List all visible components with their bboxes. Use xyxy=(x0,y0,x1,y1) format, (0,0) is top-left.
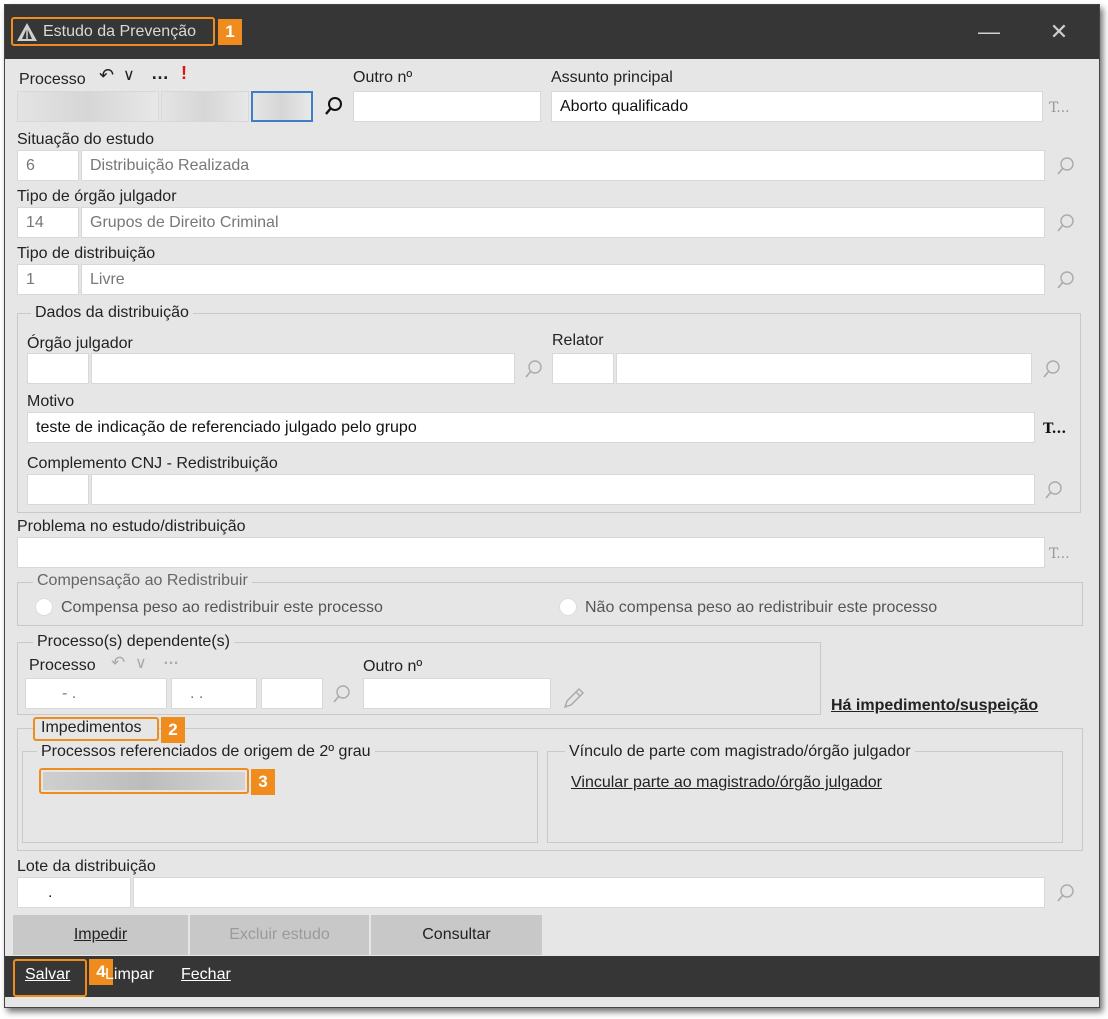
assunto-principal-label: Assunto principal xyxy=(551,69,673,86)
limpar-label: Limpar xyxy=(105,966,154,983)
motivo-field[interactable]: teste de indicação de referenciado julga… xyxy=(27,412,1035,443)
situacao-code-field[interactable]: 6 xyxy=(17,150,79,181)
compensacao-title: Compensação ao Redistribuir xyxy=(33,572,252,590)
orgao-julgador-code-field[interactable] xyxy=(27,353,89,384)
processo-number-field-1[interactable] xyxy=(17,91,159,122)
window-title-box: Estudo da Prevenção xyxy=(11,17,215,46)
complemento-label: Complemento CNJ - Redistribuição xyxy=(27,455,278,472)
callout-badge-1: 1 xyxy=(218,19,242,45)
impedimentos-title: Impedimentos xyxy=(41,719,142,736)
situacao-value-field[interactable]: Distribuição Realizada xyxy=(81,150,1045,181)
search-icon[interactable] xyxy=(323,95,345,117)
limpar-button[interactable]: Limpar xyxy=(105,966,154,984)
lote-search-icon[interactable] xyxy=(1055,882,1077,904)
dados-distribuicao-title: Dados da distribuição xyxy=(31,304,193,322)
tipo-distribuicao-code-field[interactable]: 1 xyxy=(17,264,79,295)
tipo-orgao-search-icon[interactable] xyxy=(1055,212,1077,234)
undo-icon[interactable]: ↶ xyxy=(99,65,114,86)
tipo-distribuicao-search-icon[interactable] xyxy=(1055,269,1077,291)
ha-impedimento-link[interactable]: Há impedimento/suspeição xyxy=(831,697,1038,715)
vinculo-group xyxy=(547,751,1063,843)
fechar-button[interactable]: Fechar xyxy=(181,966,231,984)
orgao-julgador-label: Órgão julgador xyxy=(27,335,133,352)
callout-badge-2: 2 xyxy=(161,717,185,743)
complemento-search-icon[interactable] xyxy=(1043,479,1065,501)
dependente-processo-label: Processo xyxy=(29,657,96,674)
problema-field[interactable] xyxy=(17,537,1045,568)
dependente-processo-field-1[interactable]: - . xyxy=(25,678,167,709)
dependente-processo-field-3[interactable] xyxy=(261,678,323,709)
more-options-icon[interactable]: … xyxy=(151,63,169,84)
compensa-radio-label: Compensa peso ao redistribuir este proce… xyxy=(61,599,383,616)
processo-label: Processo xyxy=(19,71,86,88)
alert-icon[interactable]: ! xyxy=(181,63,187,84)
orgao-julgador-name-field[interactable] xyxy=(91,353,515,384)
situacao-label: Situação do estudo xyxy=(17,131,154,148)
assunto-text-more-button[interactable]: T... xyxy=(1049,100,1070,116)
tipo-orgao-code-field[interactable]: 14 xyxy=(17,207,79,238)
orgao-julgador-search-icon[interactable] xyxy=(523,358,545,380)
app-logo-icon xyxy=(17,22,37,41)
processos-referenciados-group xyxy=(22,751,538,843)
compensa-radio[interactable] xyxy=(35,598,53,616)
situacao-search-icon[interactable] xyxy=(1055,155,1077,177)
chevron-down-icon[interactable]: ∨ xyxy=(123,65,135,85)
tipo-distribuicao-value-field[interactable]: Livre xyxy=(81,264,1045,295)
motivo-label: Motivo xyxy=(27,393,75,410)
dependentes-title: Processo(s) dependente(s) xyxy=(33,633,234,651)
lote-label: Lote da distribuição xyxy=(17,858,156,875)
impedir-button[interactable]: Impedir xyxy=(13,915,189,955)
motivo-text-more-button[interactable]: T... xyxy=(1043,421,1066,437)
salvar-button[interactable]: Salvar xyxy=(25,966,70,984)
problema-text-more-button[interactable]: T... xyxy=(1049,546,1070,562)
referenciado-process-blurred[interactable] xyxy=(43,772,245,790)
minimize-button[interactable]: — xyxy=(971,17,1007,47)
lote-field-1[interactable]: . xyxy=(17,877,131,908)
dependente-more-icon[interactable]: … xyxy=(163,651,179,669)
outro-numero-label: Outro nº xyxy=(353,69,413,86)
relator-code-field[interactable] xyxy=(552,353,614,384)
impedir-label: Impedir xyxy=(73,926,128,943)
processo-number-field-2[interactable] xyxy=(161,91,249,122)
dependente-search-icon[interactable] xyxy=(331,683,353,705)
window-title: Estudo da Prevenção xyxy=(43,22,196,40)
edit-pencil-icon[interactable] xyxy=(561,685,587,711)
problema-label: Problema no estudo/distribuição xyxy=(17,518,246,535)
complemento-name-field[interactable] xyxy=(91,474,1035,505)
close-button[interactable]: ✕ xyxy=(1041,17,1077,47)
tipo-orgao-label: Tipo de órgão julgador xyxy=(17,188,177,205)
dependente-undo-icon[interactable]: ↶ xyxy=(111,653,125,673)
dependente-outro-field[interactable] xyxy=(363,678,551,709)
title-bar: Estudo da Prevenção 1 — ✕ xyxy=(5,5,1099,59)
assunto-principal-field[interactable]: Aborto qualificado xyxy=(551,91,1043,122)
tipo-distribuicao-label: Tipo de distribuição xyxy=(17,245,156,262)
dependente-outro-label: Outro nº xyxy=(363,658,423,675)
vincular-parte-link[interactable]: Vincular parte ao magistrado/órgão julga… xyxy=(571,774,882,792)
outro-numero-field[interactable] xyxy=(353,91,541,122)
vinculo-title: Vínculo de parte com magistrado/órgão ju… xyxy=(565,743,915,761)
nao-compensa-radio[interactable] xyxy=(559,598,577,616)
lote-field-2[interactable] xyxy=(133,877,1045,908)
nao-compensa-radio-label: Não compensa peso ao redistribuir este p… xyxy=(585,599,938,616)
consultar-button[interactable]: Consultar xyxy=(371,915,543,955)
relator-name-field[interactable] xyxy=(616,353,1032,384)
processos-referenciados-title: Processos referenciados de origem de 2º … xyxy=(37,743,375,761)
footer-bar: Salvar 4 Limpar Fechar xyxy=(5,956,1099,997)
relator-search-icon[interactable] xyxy=(1041,358,1063,380)
excluir-estudo-label: Excluir estudo xyxy=(229,926,330,943)
fechar-label: Fechar xyxy=(181,966,231,983)
dependente-chevron-icon[interactable]: ∨ xyxy=(135,653,147,673)
processo-number-field-3[interactable] xyxy=(251,91,313,122)
dependente-processo-field-2[interactable]: . . xyxy=(171,678,257,709)
callout-badge-3: 3 xyxy=(251,769,275,795)
tipo-orgao-value-field[interactable]: Grupos de Direito Criminal xyxy=(81,207,1045,238)
estudo-prevencao-window: Estudo da Prevenção 1 — ✕ Processo ↶ ∨ …… xyxy=(4,4,1100,1008)
relator-label: Relator xyxy=(552,332,604,349)
consultar-label: Consultar xyxy=(422,926,491,943)
salvar-label: Salvar xyxy=(25,966,71,983)
excluir-estudo-button[interactable]: Excluir estudo xyxy=(190,915,370,955)
complemento-code-field[interactable] xyxy=(27,474,89,505)
